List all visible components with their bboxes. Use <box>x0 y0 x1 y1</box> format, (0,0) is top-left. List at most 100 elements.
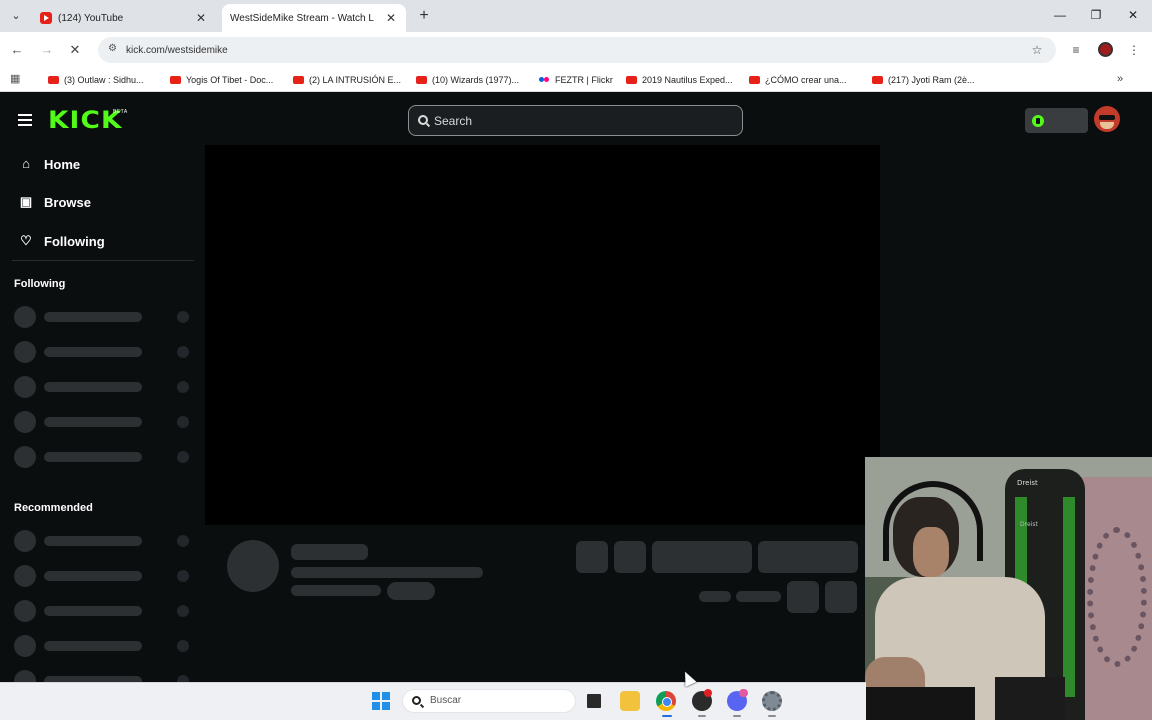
sidebar-item-home[interactable]: ⌂ Home <box>18 154 80 174</box>
bookmark-star-icon[interactable]: ☆ <box>1029 42 1045 58</box>
bookmark-item[interactable]: FEZTR | Flickr <box>539 73 613 87</box>
chair-brand-text: Dreist <box>1017 479 1038 487</box>
user-avatar[interactable] <box>1094 106 1120 132</box>
recommended-skeleton-row <box>14 600 194 622</box>
notification-badge <box>739 689 748 697</box>
youtube-icon <box>749 76 760 84</box>
bookmark-label: (217) Jyoti Ram (2è... <box>888 75 975 85</box>
close-icon[interactable]: ✕ <box>194 11 208 25</box>
windows-start-icon[interactable] <box>372 692 390 710</box>
youtube-icon <box>872 76 883 84</box>
sidebar-item-browse[interactable]: ▣ Browse <box>18 192 91 212</box>
search-icon <box>418 115 428 125</box>
bookmark-label: Yogis Of Tibet - Doc... <box>186 75 274 85</box>
stop-loading-button[interactable]: ✕ <box>66 41 84 59</box>
share-button-skeleton <box>787 581 819 613</box>
channel-avatar-skeleton <box>227 540 279 592</box>
bookmark-label: (2) LA INTRUSIÓN E... <box>309 75 402 85</box>
recommended-heading: Recommended <box>14 502 93 514</box>
subscribe-button-skeleton <box>758 541 858 573</box>
home-icon: ⌂ <box>22 156 30 171</box>
youtube-icon <box>48 76 59 84</box>
following-skeleton-row <box>14 411 194 433</box>
app-open-indicator <box>733 715 741 717</box>
following-skeleton-row <box>14 376 194 398</box>
bookmarks-bar: ▦ (3) Outlaw : Sidhu... Yogis Of Tibet -… <box>0 68 1152 92</box>
bookmark-label: FEZTR | Flickr <box>555 75 613 85</box>
sidebar-item-label: Browse <box>44 194 91 210</box>
bookmark-label: (10) Wizards (1977)... <box>432 75 520 85</box>
bookmark-item[interactable]: 2019 Nautilus Exped... <box>626 73 733 87</box>
bookmark-item[interactable]: (2) LA INTRUSIÓN E... <box>293 73 401 87</box>
task-view-icon[interactable] <box>584 691 604 711</box>
search-placeholder: Search <box>434 114 473 128</box>
menu-kebab-icon[interactable]: ⋮ <box>1126 42 1142 58</box>
tab-label: (124) YouTube <box>58 12 124 24</box>
apps-grid-icon[interactable]: ▦ <box>10 73 22 85</box>
kick-mini-icon <box>1032 115 1044 127</box>
channel-name-skeleton <box>291 544 368 560</box>
search-icon <box>412 696 421 705</box>
taskbar-search-input[interactable] <box>402 689 576 713</box>
stat-skeleton <box>736 591 781 602</box>
stream-title-skeleton <box>291 567 483 578</box>
forward-button[interactable]: → <box>38 41 56 59</box>
bookmarks-overflow-icon[interactable]: » <box>1117 73 1123 85</box>
file-explorer-icon[interactable] <box>620 691 640 711</box>
site-info-icon[interactable]: ⚙ <box>108 43 120 55</box>
flickr-icon <box>539 76 550 84</box>
bookmark-item[interactable]: (10) Wizards (1977)... <box>416 73 519 87</box>
bookmark-item[interactable]: Yogis Of Tibet - Doc... <box>170 73 273 87</box>
bookmark-item[interactable]: (217) Jyoti Ram (2è... <box>872 73 975 87</box>
close-icon[interactable]: ✕ <box>384 11 398 25</box>
browser-tab-bar: ⌄ (124) YouTube ✕ WestSideMike Stream - … <box>0 0 1152 112</box>
restore-button[interactable]: ❐ <box>1086 6 1106 24</box>
bookmark-label: (3) Outlaw : Sidhu... <box>64 75 144 85</box>
settings-icon[interactable] <box>762 691 782 711</box>
tab-kick[interactable]: WestSideMike Stream - Watch L ✕ <box>222 4 406 112</box>
window-close-button[interactable]: ✕ <box>1123 6 1143 24</box>
omnibox[interactable] <box>98 37 1056 63</box>
following-skeleton-row <box>14 306 194 328</box>
hamburger-menu-icon[interactable] <box>18 114 32 126</box>
youtube-icon <box>293 76 304 84</box>
recommended-skeleton-row <box>14 565 194 587</box>
beta-badge: BETA <box>113 109 128 115</box>
tab-youtube[interactable]: (124) YouTube ✕ <box>32 4 216 32</box>
following-skeleton-row <box>14 446 194 468</box>
address-bar-row: ← → ✕ ⚙ kick.com/westsidemike ☆ ≡ ⋮ <box>0 32 1152 68</box>
media-controls-icon[interactable]: ≡ <box>1068 42 1084 58</box>
category-skeleton <box>291 585 381 596</box>
taskbar-search-placeholder: Buscar <box>430 695 462 706</box>
new-tab-button[interactable]: + <box>414 7 434 25</box>
youtube-icon <box>170 76 181 84</box>
notification-badge <box>704 689 712 697</box>
profile-avatar[interactable] <box>1098 42 1113 57</box>
back-button[interactable]: ← <box>8 41 26 59</box>
heart-icon: ♡ <box>20 233 32 248</box>
youtube-icon <box>40 12 52 24</box>
sidebar-divider <box>12 260 194 261</box>
sidebar-item-label: Home <box>44 156 81 172</box>
stat-skeleton <box>699 591 731 602</box>
minimize-button[interactable]: — <box>1050 6 1070 24</box>
app-open-indicator <box>698 715 706 717</box>
bookmark-item[interactable]: (3) Outlaw : Sidhu... <box>48 73 144 87</box>
tab-search-icon[interactable]: ⌄ <box>8 8 24 24</box>
chrome-icon[interactable] <box>656 691 676 711</box>
chair-brand-text-small: Dreist <box>1020 521 1038 528</box>
follow-button-skeleton <box>652 541 752 573</box>
recommended-skeleton-row <box>14 670 194 682</box>
following-skeleton-row <box>14 341 194 363</box>
tag-skeleton <box>387 582 435 600</box>
url-text[interactable]: kick.com/westsidemike <box>126 45 228 56</box>
bookmark-label: ¿CÓMO crear una... <box>765 75 847 85</box>
sidebar-item-following[interactable]: ♡ Following <box>18 231 104 251</box>
youtube-icon <box>626 76 637 84</box>
bookmark-item[interactable]: ¿CÓMO crear una... <box>749 73 847 87</box>
screen: ⌄ (124) YouTube ✕ WestSideMike Stream - … <box>0 0 1152 720</box>
tab-label: WestSideMike Stream - Watch L <box>230 12 374 24</box>
following-heading: Following <box>14 278 66 290</box>
video-player[interactable] <box>205 145 880 525</box>
kick-logo[interactable]: KICK <box>48 108 123 132</box>
